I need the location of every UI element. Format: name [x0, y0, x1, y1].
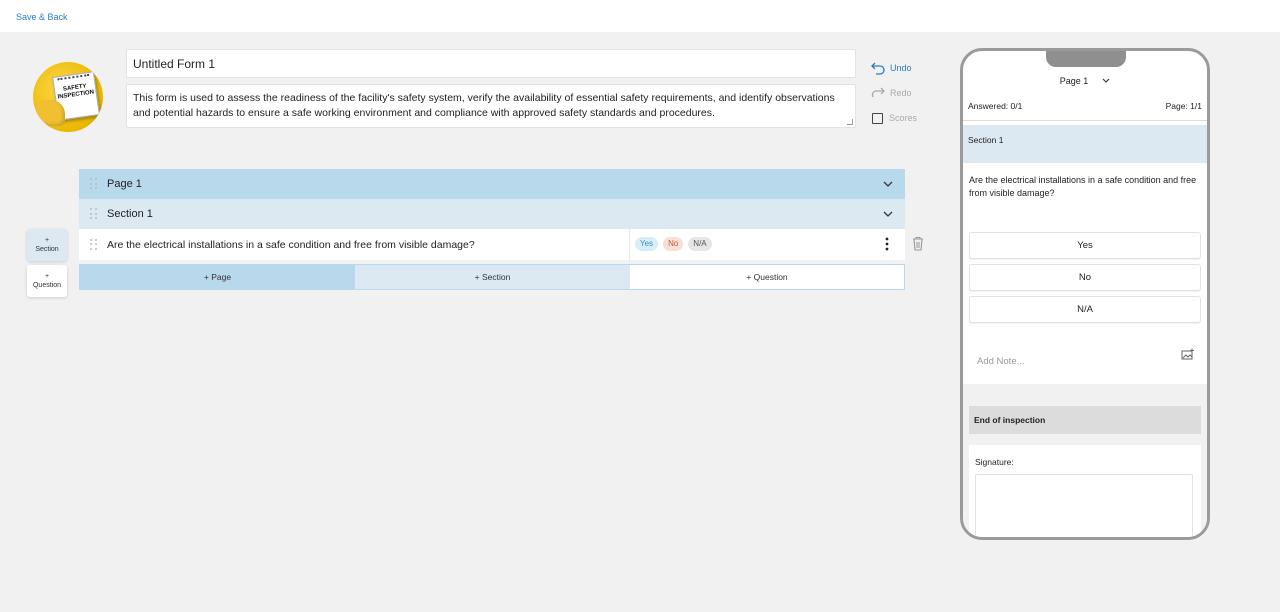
divider — [963, 120, 1207, 121]
question-row[interactable]: Are the electrical installations in a sa… — [79, 229, 905, 260]
preview-page-selector[interactable]: Page 1 — [963, 71, 1207, 93]
page-count: Page: 1/1 — [1165, 101, 1202, 111]
drag-handle-icon[interactable] — [90, 208, 98, 220]
floating-add-buttons: + Section + Question — [27, 229, 67, 301]
form-description-input[interactable]: This form is used to assess the readines… — [126, 84, 856, 128]
page-title: Page 1 — [107, 178, 142, 190]
kebab-menu-icon[interactable] — [885, 237, 889, 251]
history-actions: Undo Redo Scores — [870, 61, 917, 136]
undo-button[interactable]: Undo — [870, 61, 917, 75]
end-of-inspection-header: End of inspection — [969, 406, 1201, 434]
signature-pad[interactable] — [975, 474, 1193, 537]
signature-label: Signature: — [975, 457, 1014, 467]
page-row[interactable]: Page 1 — [79, 169, 905, 199]
add-section-button[interactable]: + Section — [355, 265, 630, 289]
form-logo[interactable]: SAFETY INSPECTION — [33, 62, 103, 132]
save-and-back-link[interactable]: Save & Back — [16, 12, 68, 22]
plus-icon: + — [44, 273, 50, 280]
response-chips[interactable]: Yes No N/A — [635, 237, 717, 251]
logo-hand-image — [35, 100, 65, 126]
signature-block: Signature: — [969, 445, 1201, 537]
redo-label: Redo — [890, 88, 912, 98]
scores-toggle[interactable]: Scores — [870, 111, 917, 125]
undo-icon — [871, 62, 885, 75]
add-note-input[interactable]: Add Note... — [977, 356, 1025, 367]
preview-option-yes[interactable]: Yes — [969, 232, 1201, 259]
answered-count: Answered: 0/1 — [968, 101, 1023, 111]
scores-checkbox[interactable] — [872, 112, 883, 124]
section-row[interactable]: Section 1 — [79, 199, 905, 229]
plus-icon: + — [44, 237, 50, 244]
trash-icon[interactable] — [911, 236, 925, 251]
mobile-preview: Page 1 Answered: 0/1 Page: 1/1 Section 1… — [960, 48, 1210, 540]
floating-section-label: Section — [35, 246, 59, 253]
chevron-down-icon[interactable] — [883, 179, 893, 189]
add-image-icon[interactable] — [1181, 348, 1195, 360]
undo-label: Undo — [890, 63, 912, 73]
form-description-text: This form is used to assess the readines… — [133, 92, 835, 119]
add-items-bar: + Page + Section + Question — [79, 264, 905, 290]
top-bar: Save & Back — [0, 0, 1280, 32]
scores-label: Scores — [889, 113, 918, 123]
phone-notch — [1046, 51, 1126, 67]
redo-button[interactable]: Redo — [870, 86, 917, 100]
preview-option-na[interactable]: N/A — [969, 296, 1201, 323]
floating-add-question-button[interactable]: + Question — [27, 265, 67, 297]
section-title: Section 1 — [107, 208, 153, 220]
resize-handle-icon[interactable] — [847, 119, 853, 125]
response-chip-yes: Yes — [635, 237, 659, 251]
floating-question-label: Question — [32, 282, 62, 289]
redo-icon — [871, 87, 885, 98]
floating-add-section-button[interactable]: + Section — [27, 229, 67, 261]
preview-status: Answered: 0/1 Page: 1/1 — [968, 101, 1202, 111]
response-chip-na: N/A — [688, 237, 712, 251]
question-text: Are the electrical installations in a sa… — [107, 238, 475, 251]
chevron-down-icon — [1102, 78, 1110, 83]
form-builder: Page 1 Section 1 Are the electrical inst… — [79, 169, 905, 260]
preview-page-label: Page 1 — [1059, 76, 1089, 86]
preview-question-text: Are the electrical installations in a sa… — [969, 175, 1197, 198]
add-question-button[interactable]: + Question — [630, 265, 904, 289]
drag-handle-icon[interactable] — [90, 238, 98, 251]
form-title-input[interactable]: Untitled Form 1 — [126, 49, 856, 78]
response-chip-no: No — [663, 237, 684, 251]
preview-section-header: Section 1 — [963, 125, 1207, 163]
preview-option-no[interactable]: No — [969, 264, 1201, 291]
drag-handle-icon[interactable] — [90, 178, 98, 190]
chevron-down-icon[interactable] — [883, 209, 893, 219]
divider — [629, 229, 630, 260]
add-page-button[interactable]: + Page — [80, 265, 355, 289]
